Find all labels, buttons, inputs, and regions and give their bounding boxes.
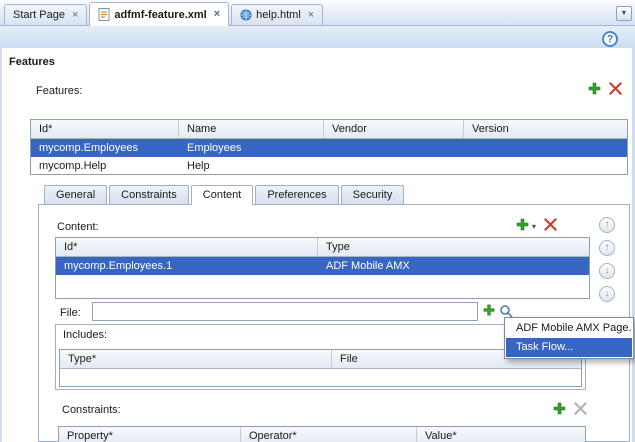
tab-label: Start Page — [13, 9, 65, 21]
cell-vendor — [324, 139, 464, 157]
column-header-value[interactable]: Value* — [417, 427, 585, 442]
move-down-button[interactable]: ↓ — [599, 263, 615, 279]
tab-label: help.html — [256, 9, 301, 21]
tab-content[interactable]: Content — [190, 185, 254, 205]
tab-security[interactable]: Security — [340, 185, 405, 204]
add-file-button[interactable] — [483, 304, 495, 316]
add-content-button[interactable] — [516, 218, 529, 231]
column-header-type[interactable]: Type* — [60, 350, 332, 368]
column-header-name[interactable]: Name — [179, 120, 324, 138]
jdeveloper-editor-window: Start Page × adfmf-feature.xml × help.ht… — [0, 0, 635, 442]
plus-icon — [483, 304, 495, 316]
content-table-header: Id* Type — [56, 238, 589, 257]
tab-general[interactable]: General — [44, 185, 108, 204]
includes-section-label: Includes: — [63, 329, 108, 341]
move-up-button[interactable]: ↑ — [599, 240, 615, 256]
close-icon[interactable]: × — [214, 9, 220, 20]
column-header-operator[interactable]: Operator* — [241, 427, 417, 442]
column-header-property[interactable]: Property* — [59, 427, 241, 442]
cell-version — [464, 139, 627, 157]
tab-list-dropdown-button[interactable]: ▼ — [616, 6, 632, 21]
column-header-vendor[interactable]: Vendor — [324, 120, 464, 138]
menu-item-task-flow[interactable]: Task Flow... — [506, 338, 632, 357]
editor-tab-bar: Start Page × adfmf-feature.xml × help.ht… — [0, 0, 635, 26]
add-content-dropdown-caret[interactable]: ▾ — [532, 223, 536, 231]
cell-id: mycomp.Employees — [39, 142, 139, 154]
add-feature-button[interactable] — [588, 82, 601, 95]
add-constraint-button[interactable] — [553, 402, 566, 415]
menu-item-adf-mobile-amx-page[interactable]: ADF Mobile AMX Page... — [506, 319, 632, 338]
cell-version — [464, 157, 627, 174]
feature-detail-tabs: General Constraints Content Preferences … — [44, 185, 406, 205]
file-input[interactable] — [92, 302, 478, 321]
browse-file-button[interactable] — [499, 304, 513, 318]
constraints-section-label: Constraints: — [62, 404, 121, 416]
delete-icon — [609, 82, 622, 95]
html-file-icon — [240, 9, 252, 22]
constraints-table: Property* Operator* Value* — [58, 426, 586, 442]
delete-icon — [544, 218, 557, 231]
add-content-context-menu: ADF Mobile AMX Page... Task Flow... — [504, 317, 634, 359]
plus-icon — [516, 218, 529, 231]
plus-icon — [553, 402, 566, 415]
tab-adfmf-feature-xml[interactable]: adfmf-feature.xml × — [89, 2, 230, 26]
file-field-label: File: — [60, 307, 81, 319]
tab-preferences[interactable]: Preferences — [255, 185, 339, 204]
cell-name: Help — [187, 160, 210, 172]
includes-table-header: Type* File — [60, 350, 581, 369]
column-header-id[interactable]: Id* — [31, 120, 179, 138]
remove-feature-button[interactable] — [609, 82, 622, 95]
cell-type: ADF Mobile AMX — [326, 260, 410, 272]
page-title: Features — [9, 56, 55, 68]
tab-constraints[interactable]: Constraints — [109, 185, 189, 204]
cell-id: mycomp.Employees.1 — [64, 260, 173, 272]
tab-help-html[interactable]: help.html × — [231, 4, 324, 25]
plus-icon — [588, 82, 601, 95]
cell-vendor — [324, 157, 464, 174]
tab-label: adfmf-feature.xml — [114, 8, 207, 21]
tab-start-page[interactable]: Start Page × — [4, 4, 88, 25]
close-icon[interactable]: × — [308, 9, 314, 21]
features-table-header: Id* Name Vendor Version — [31, 120, 627, 139]
move-down-button[interactable]: ↓ — [599, 286, 615, 302]
table-row[interactable]: mycomp.Employees Employees — [31, 139, 627, 157]
move-up-button[interactable]: ↑ — [599, 217, 615, 233]
column-header-version[interactable]: Version — [464, 120, 627, 138]
content-table: Id* Type mycomp.Employees.1 ADF Mobile A… — [55, 237, 590, 299]
table-row[interactable]: mycomp.Employees.1 ADF Mobile AMX — [56, 257, 589, 275]
editor-toolbar-band — [0, 26, 635, 48]
column-header-id[interactable]: Id* — [56, 238, 318, 256]
features-section-label: Features: — [36, 85, 83, 97]
remove-constraint-button[interactable] — [574, 402, 587, 415]
content-section-label: Content: — [57, 221, 99, 233]
close-icon[interactable]: × — [72, 9, 78, 21]
features-table: Id* Name Vendor Version mycomp.Employees… — [30, 119, 628, 175]
magnifier-icon — [500, 305, 513, 318]
cell-name: Employees — [187, 142, 242, 154]
help-icon[interactable]: ? — [602, 31, 618, 47]
table-row[interactable]: mycomp.Help Help — [31, 157, 627, 174]
cell-id: mycomp.Help — [39, 160, 107, 172]
constraints-table-header: Property* Operator* Value* — [59, 427, 585, 442]
delete-icon-disabled — [574, 402, 587, 415]
remove-content-button[interactable] — [544, 218, 557, 231]
xml-file-icon — [98, 8, 110, 21]
column-header-type[interactable]: Type — [318, 238, 589, 256]
